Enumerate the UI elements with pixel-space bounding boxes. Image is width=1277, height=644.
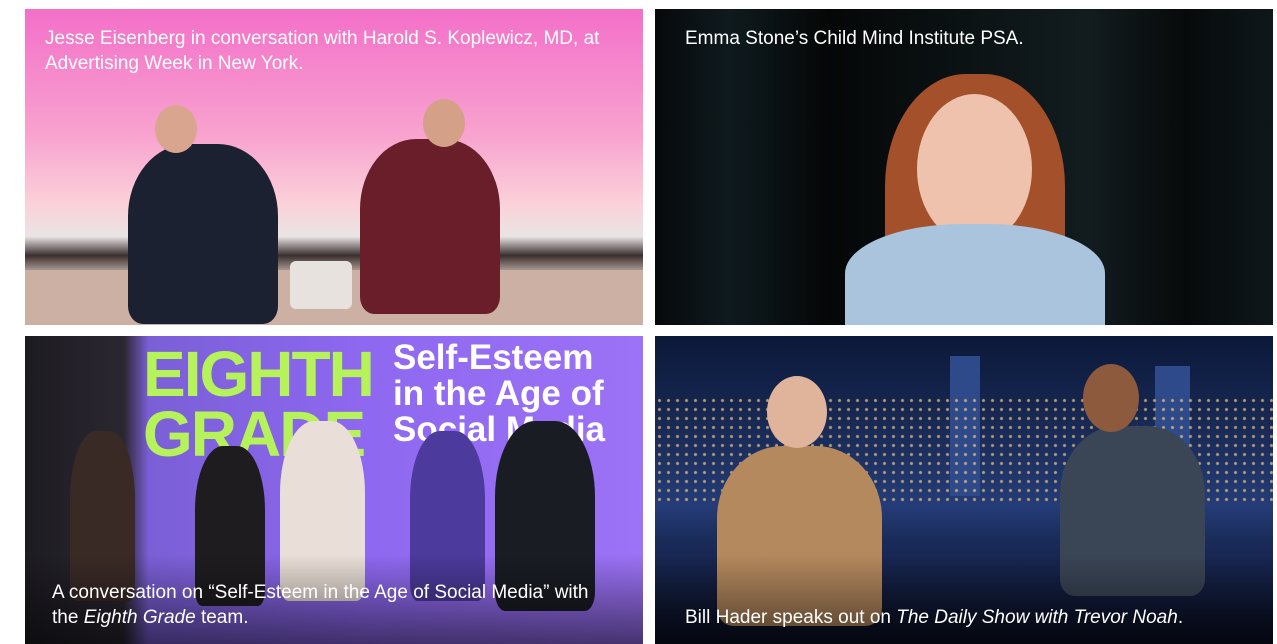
koplewicz-head [155, 105, 197, 153]
side-table [290, 261, 352, 309]
face [917, 94, 1032, 244]
hader-head [767, 376, 827, 448]
noah-head [1083, 364, 1139, 432]
caption-text-2: . [1177, 607, 1184, 628]
koplewicz-figure [128, 144, 278, 324]
caption-show-title: The Daily Show with Trevor Noah [896, 607, 1178, 628]
caption-shade [655, 554, 1273, 644]
caption-text-2: team. [195, 607, 249, 628]
caption: Bill Hader speaks out on The Daily Show … [685, 605, 1257, 630]
caption: Jesse Eisenberg in conversation with Har… [45, 28, 600, 74]
eisenberg-head [423, 99, 465, 147]
photo-tile-eisenberg-koplewicz[interactable]: Jesse Eisenberg in conversation with Har… [25, 9, 643, 325]
caption-film-title: Eighth Grade [83, 607, 196, 628]
eisenberg-figure [360, 139, 500, 314]
shoulders [845, 224, 1105, 325]
caption-text-1: Bill Hader speaks out on [685, 607, 897, 628]
photo-tile-bill-hader-daily-show[interactable]: Bill Hader speaks out on The Daily Show … [655, 336, 1273, 644]
caption: Emma Stone’s Child Mind Institute PSA. [685, 28, 1024, 49]
photo-tile-eighth-grade-panel[interactable]: EIGHTH GRADE Self-Esteem in the Age of S… [25, 336, 643, 644]
photo-tile-emma-stone-psa[interactable]: Emma Stone’s Child Mind Institute PSA. [655, 9, 1273, 325]
caption: A conversation on “Self-Esteem in the Ag… [52, 580, 603, 630]
